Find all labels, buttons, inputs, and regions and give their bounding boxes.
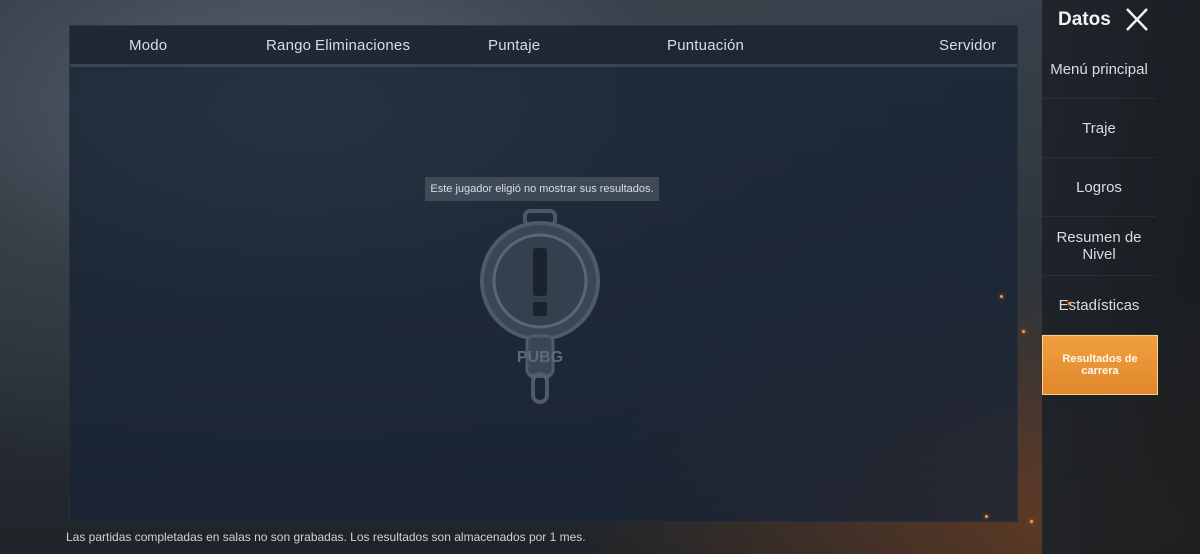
sidebar-item-label: Logros bbox=[1076, 178, 1122, 196]
ember-decoration bbox=[1030, 520, 1033, 523]
column-header-rank: Rango bbox=[266, 37, 312, 54]
sidebar-item-career-results[interactable]: Resultados de carrera bbox=[1042, 335, 1158, 395]
sidebar-item-achievements[interactable]: Logros bbox=[1042, 158, 1156, 217]
close-icon[interactable] bbox=[1122, 6, 1152, 34]
hidden-results-message: Este jugador eligió no mostrar sus resul… bbox=[425, 177, 659, 201]
column-header-server: Servidor bbox=[939, 37, 997, 54]
frying-pan-icon: PUBG MOBILE bbox=[480, 209, 600, 404]
sidebar-item-level-summary[interactable]: Resumen de Nivel bbox=[1042, 217, 1156, 276]
sidebar-item-label: Traje bbox=[1082, 119, 1116, 137]
column-header-kills: Eliminaciones bbox=[315, 37, 411, 54]
sidebar-item-statistics[interactable]: Estadísticas bbox=[1042, 276, 1156, 335]
table-header: Modo Rango Eliminaciones Puntaje Puntuac… bbox=[70, 26, 1017, 67]
sidebar-item-label: Resumen de Nivel bbox=[1056, 229, 1142, 263]
footer-note: Las partidas completadas en salas no son… bbox=[66, 530, 586, 544]
sidebar-item-label: Resultados de carrera bbox=[1062, 353, 1138, 377]
sidebar-item-label: Menú principal bbox=[1050, 60, 1148, 78]
sidebar-title: Datos bbox=[1058, 9, 1111, 30]
column-header-mode: Modo bbox=[129, 37, 168, 54]
sidebar-item-outfit[interactable]: Traje bbox=[1042, 99, 1156, 158]
ember-decoration bbox=[1000, 295, 1003, 298]
column-header-rating: Puntuación bbox=[667, 37, 745, 54]
column-header-score: Puntaje bbox=[488, 37, 541, 54]
ember-decoration bbox=[1022, 330, 1025, 333]
emblem-subtext: MOBILE bbox=[529, 374, 552, 380]
ember-decoration bbox=[985, 515, 988, 518]
results-panel: Modo Rango Eliminaciones Puntaje Puntuac… bbox=[69, 25, 1018, 522]
sidebar-item-label: Estadísticas bbox=[1058, 296, 1140, 314]
ember-decoration bbox=[1068, 302, 1071, 305]
sidebar: Datos Menú principal Traje Logros Resume… bbox=[1042, 0, 1200, 554]
sidebar-item-main-menu[interactable]: Menú principal bbox=[1042, 40, 1156, 99]
emblem-text: PUBG bbox=[517, 349, 563, 366]
